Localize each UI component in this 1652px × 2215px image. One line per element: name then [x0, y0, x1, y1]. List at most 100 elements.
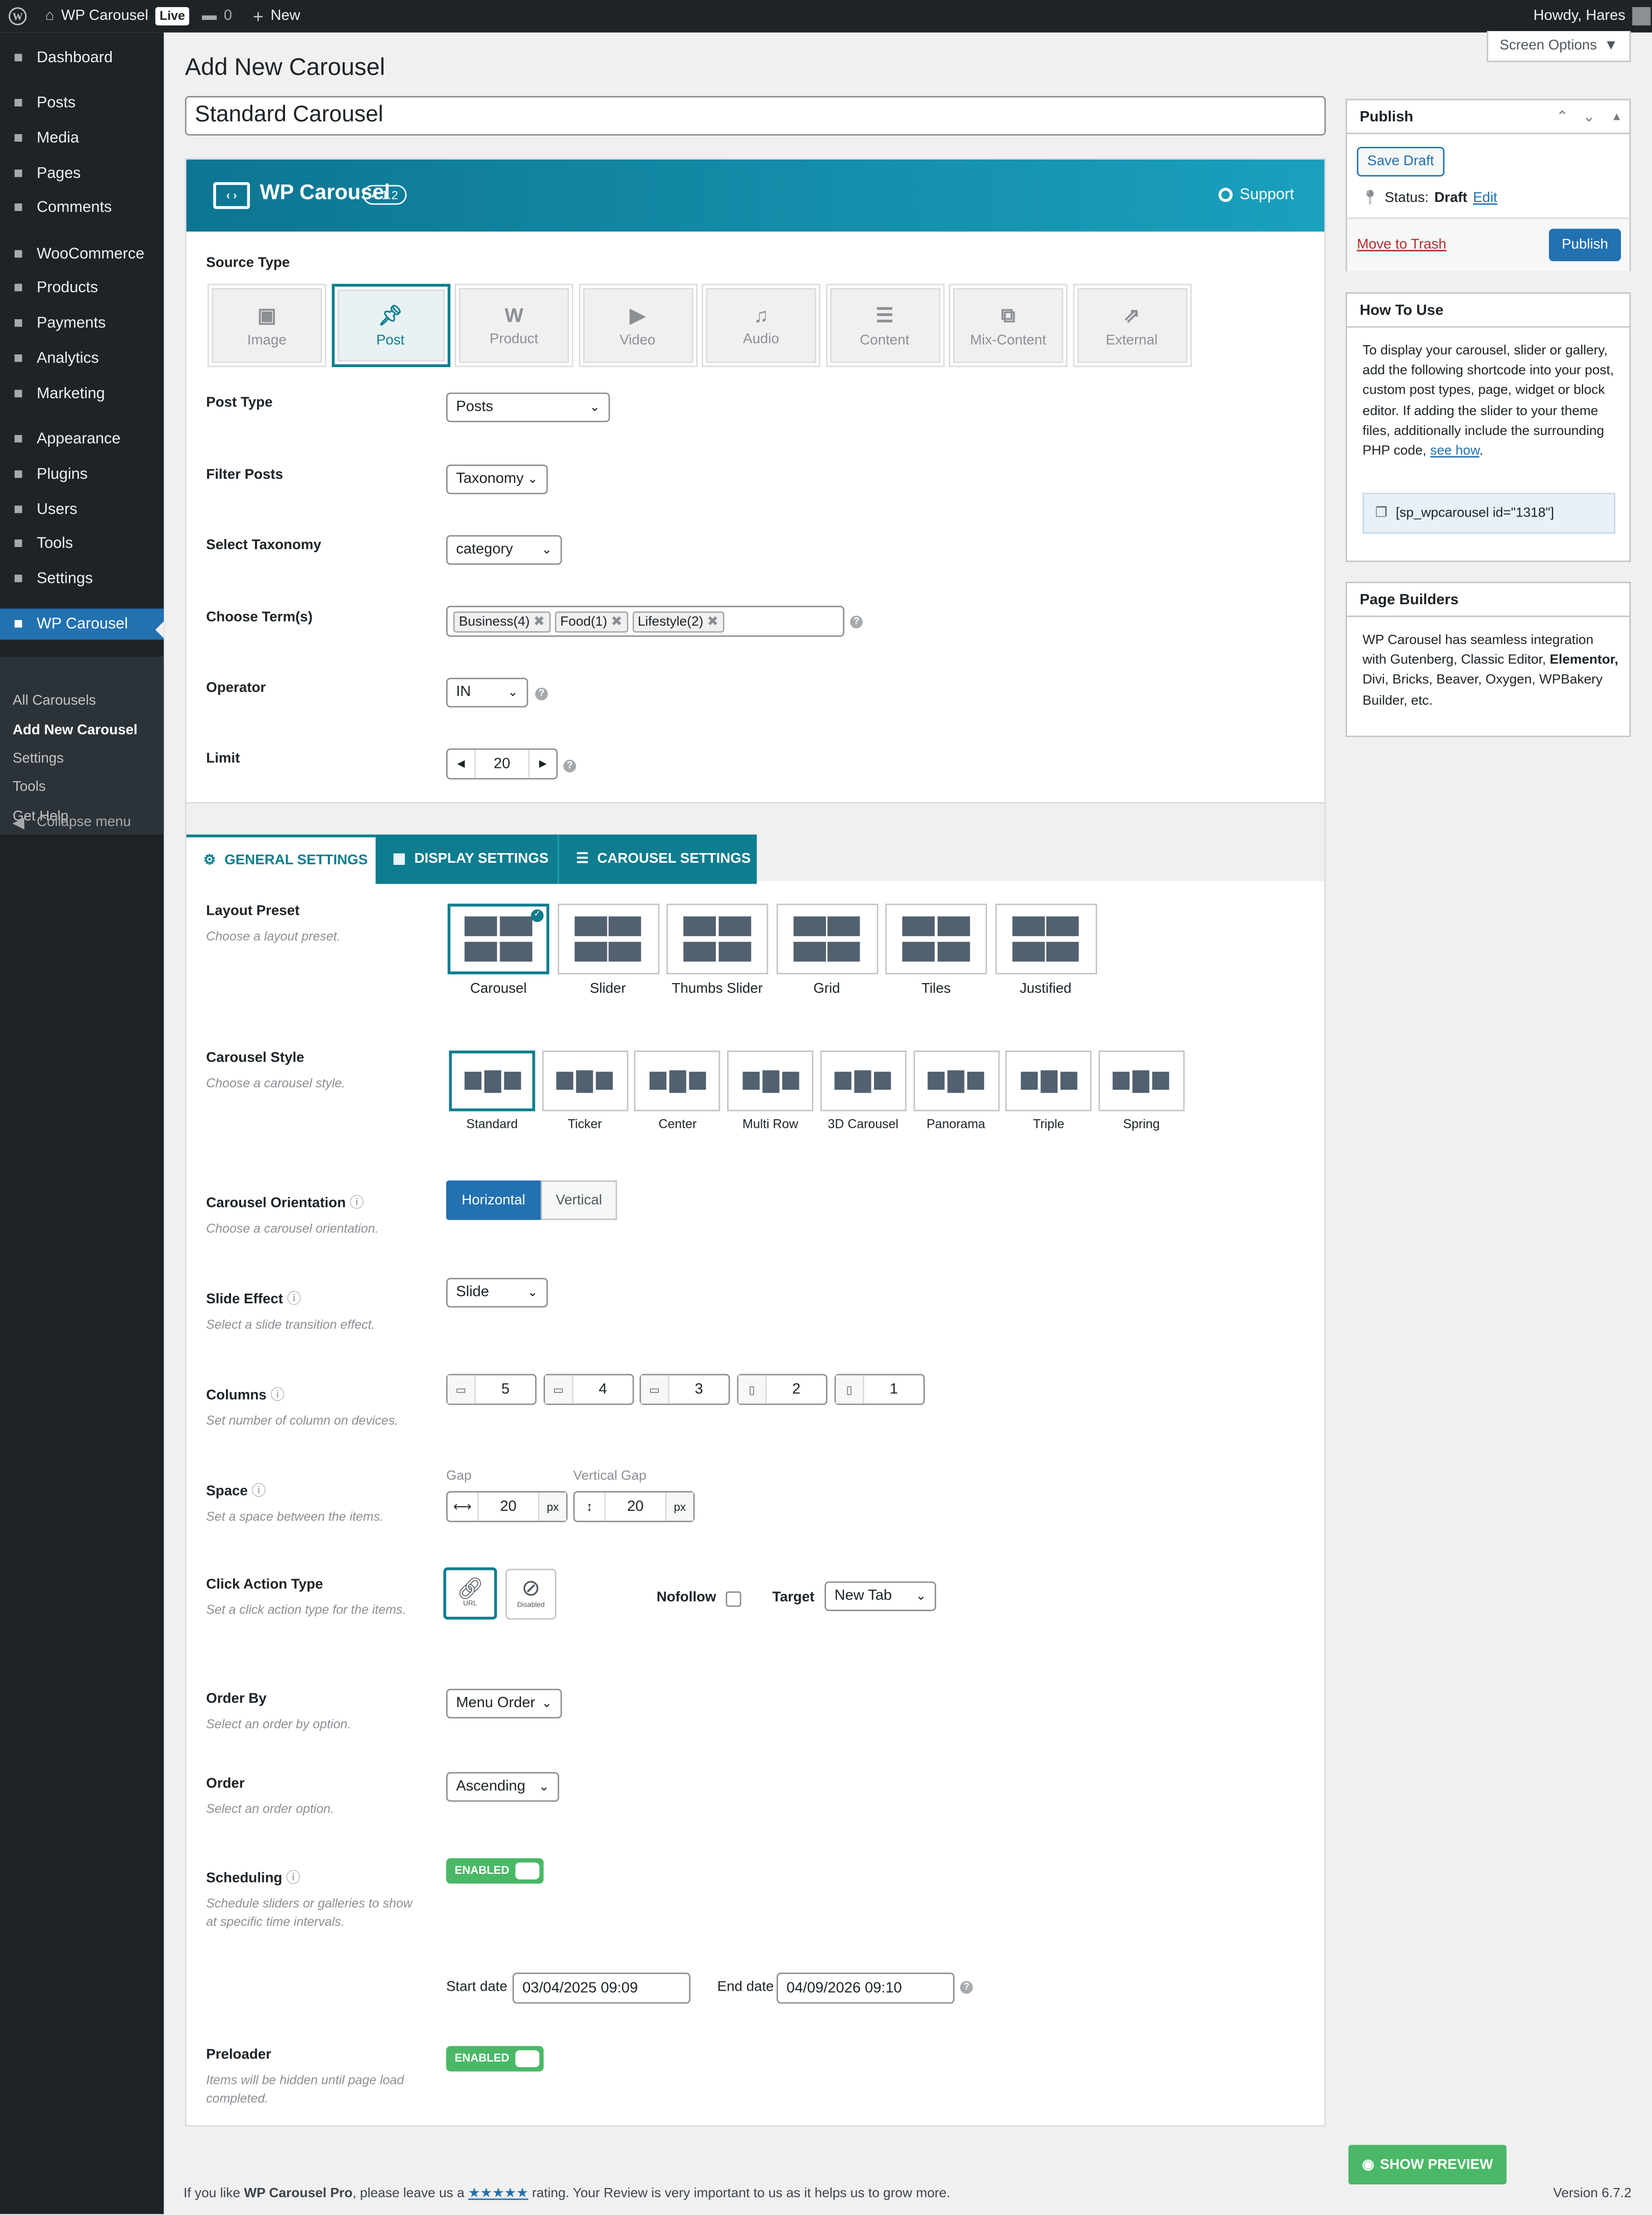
sidebar-item-wp-carousel[interactable]: ■ WP Carousel — [0, 608, 164, 640]
gap-value[interactable]: 20 — [479, 1492, 538, 1521]
copy-icon[interactable]: ❐ — [1375, 505, 1387, 521]
carousel-style-standard[interactable] — [449, 1050, 535, 1112]
carousel-style-ticker[interactable] — [541, 1050, 628, 1112]
move-to-trash-link[interactable]: Move to Trash — [1357, 237, 1446, 252]
help-icon[interactable]: ? — [850, 615, 863, 629]
submenu-settings[interactable]: Settings — [13, 751, 64, 766]
gap-input[interactable]: ⟷ 20 px — [446, 1491, 568, 1523]
nofollow-checkbox[interactable] — [726, 1591, 741, 1607]
save-draft-button[interactable]: Save Draft — [1357, 147, 1444, 177]
layout-preset-justified[interactable] — [994, 904, 1097, 974]
edit-status-link[interactable]: Edit — [1473, 191, 1498, 206]
info-icon[interactable]: ⓘ — [287, 1292, 301, 1307]
layout-preset-thumbs-slider[interactable] — [666, 904, 768, 974]
info-icon[interactable]: ⓘ — [350, 1196, 364, 1212]
vertical-gap-value[interactable]: 20 — [606, 1492, 665, 1521]
submenu-add-new-carousel[interactable]: Add New Carousel — [13, 723, 138, 738]
filter-posts-select[interactable]: Taxonomy ⌄ — [446, 465, 548, 495]
columns-laptop-input[interactable]: ▭ 3 — [639, 1374, 730, 1405]
carousel-style-panorama[interactable] — [913, 1050, 999, 1112]
horizontal-button[interactable]: Horizontal — [446, 1180, 541, 1220]
publish-button[interactable]: Publish — [1548, 228, 1621, 262]
sidebar-item-analytics[interactable]: ■ Analytics — [0, 343, 164, 374]
target-select[interactable]: New Tab ⌄ — [824, 1581, 936, 1611]
column-value[interactable]: 1 — [864, 1375, 923, 1403]
layout-preset-slider[interactable] — [557, 904, 659, 974]
info-icon[interactable]: ⓘ — [270, 1388, 285, 1403]
vertical-button[interactable]: Vertical — [540, 1180, 617, 1220]
collapse-box-icon[interactable]: ▲ — [1611, 100, 1622, 134]
tab-display-settings[interactable]: ▦ DISPLAY SETTINGS — [375, 834, 558, 884]
scheduling-toggle[interactable]: ENABLED — [446, 1858, 544, 1884]
columns-large-desktop-input[interactable]: ▭ 5 — [446, 1374, 537, 1405]
vertical-gap-input[interactable]: ↕ 20 px — [573, 1491, 695, 1523]
sidebar-item-media[interactable]: ■ Media — [0, 123, 164, 154]
slide-effect-select[interactable]: Slide ⌄ — [446, 1278, 548, 1308]
click-action-disabled-option[interactable]: ⊘ Disabled — [505, 1568, 557, 1620]
source-type-audio[interactable]: ♫ Audio — [702, 284, 820, 367]
carousel-style-multi-row[interactable] — [727, 1050, 814, 1112]
source-type-post[interactable]: 📌︎ Post — [331, 284, 450, 367]
source-type-external[interactable]: ⇗ External — [1072, 284, 1191, 367]
column-value[interactable]: 4 — [573, 1375, 632, 1403]
show-preview-button[interactable]: ◉ SHOW PREVIEW — [1348, 2145, 1507, 2184]
new-content-link[interactable]: + New — [253, 0, 300, 33]
sidebar-item-tools[interactable]: ■ Tools — [0, 528, 164, 559]
sidebar-item-plugins[interactable]: ■ Plugins — [0, 459, 164, 490]
sidebar-item-posts[interactable]: ■ Posts — [0, 88, 164, 119]
remove-icon[interactable]: ✖ — [611, 613, 622, 629]
carousel-style-triple[interactable] — [1005, 1050, 1092, 1112]
support-link[interactable]: Support — [1218, 187, 1294, 203]
submenu-tools[interactable]: Tools — [13, 780, 46, 795]
screen-options-button[interactable]: Screen Options ▼ — [1487, 31, 1631, 62]
comments-link[interactable]: ▬ 0 — [202, 0, 232, 33]
layout-preset-grid[interactable] — [776, 904, 878, 974]
taxonomy-select[interactable]: category ⌄ — [446, 535, 562, 565]
source-type-mix-content[interactable]: ⧉ Mix-Content — [948, 284, 1068, 367]
order-by-select[interactable]: Menu Order ⌄ — [446, 1689, 562, 1719]
term-tag[interactable]: Business(4) ✖ — [453, 610, 551, 632]
order-select[interactable]: Ascending ⌄ — [446, 1772, 559, 1802]
shortcode-box[interactable]: ❐ [sp_wpcarousel id="1318"] — [1362, 493, 1615, 534]
sidebar-item-products[interactable]: ■ Products — [0, 272, 164, 303]
rating-stars-link[interactable]: ★★★★★ — [468, 2186, 528, 2201]
term-tag[interactable]: Food(1) ✖ — [554, 610, 628, 632]
source-type-product[interactable]: W Product — [454, 284, 574, 367]
columns-desktop-input[interactable]: ▭ 4 — [544, 1374, 634, 1405]
columns-mobile-input[interactable]: ▯ 1 — [834, 1374, 925, 1405]
source-type-image[interactable]: ▣ Image — [208, 284, 326, 367]
sidebar-item-users[interactable]: ■ Users — [0, 494, 164, 525]
click-action-url-option[interactable]: 🔗︎ URL — [443, 1567, 497, 1620]
column-value[interactable]: 3 — [669, 1375, 729, 1403]
carousel-style-center[interactable] — [634, 1050, 721, 1112]
submenu-all-carousels[interactable]: All Carousels — [13, 693, 96, 709]
remove-icon[interactable]: ✖ — [707, 613, 718, 629]
site-name-link[interactable]: ⌂ WP Carousel Live — [45, 0, 190, 33]
help-icon[interactable]: ? — [563, 759, 576, 772]
start-date-input[interactable]: 03/04/2025 09:09 — [512, 1972, 691, 2004]
sidebar-item-payments[interactable]: ■ Payments — [0, 308, 164, 339]
term-tag[interactable]: Lifestyle(2) ✖ — [632, 610, 724, 632]
source-type-content[interactable]: ☰ Content — [825, 284, 944, 367]
preloader-toggle[interactable]: ENABLED — [446, 2046, 544, 2072]
wordpress-logo-icon[interactable]: W — [8, 0, 27, 33]
carousel-style-3d-carousel[interactable] — [820, 1050, 907, 1112]
increment-icon[interactable]: ▶ — [528, 750, 556, 778]
shortcode-text[interactable]: [sp_wpcarousel id="1318"] — [1396, 505, 1554, 521]
carousel-title-input[interactable]: Standard Carousel — [185, 96, 1326, 136]
column-value[interactable]: 2 — [767, 1375, 826, 1403]
collapse-menu-button[interactable]: ◀ Collapse menu — [0, 806, 164, 837]
sidebar-item-appearance[interactable]: ■ Appearance — [0, 424, 164, 455]
sidebar-item-marketing[interactable]: ■ Marketing — [0, 378, 164, 409]
tab-general-settings[interactable]: ⚙ GENERAL SETTINGS — [186, 834, 376, 884]
sidebar-item-pages[interactable]: ■ Pages — [0, 158, 164, 189]
column-value[interactable]: 5 — [476, 1375, 535, 1403]
help-icon[interactable]: ? — [960, 1981, 973, 1994]
remove-icon[interactable]: ✖ — [533, 613, 545, 629]
post-type-select[interactable]: Posts ⌄ — [446, 392, 610, 422]
sidebar-item-woocommerce[interactable]: ■ WooCommerce — [0, 239, 164, 270]
info-icon[interactable]: ⓘ — [252, 1484, 266, 1499]
info-icon[interactable]: ⓘ — [286, 1871, 300, 1886]
move-up-icon[interactable]: ⌃ — [1556, 100, 1568, 134]
layout-preset-tiles[interactable] — [885, 904, 987, 974]
